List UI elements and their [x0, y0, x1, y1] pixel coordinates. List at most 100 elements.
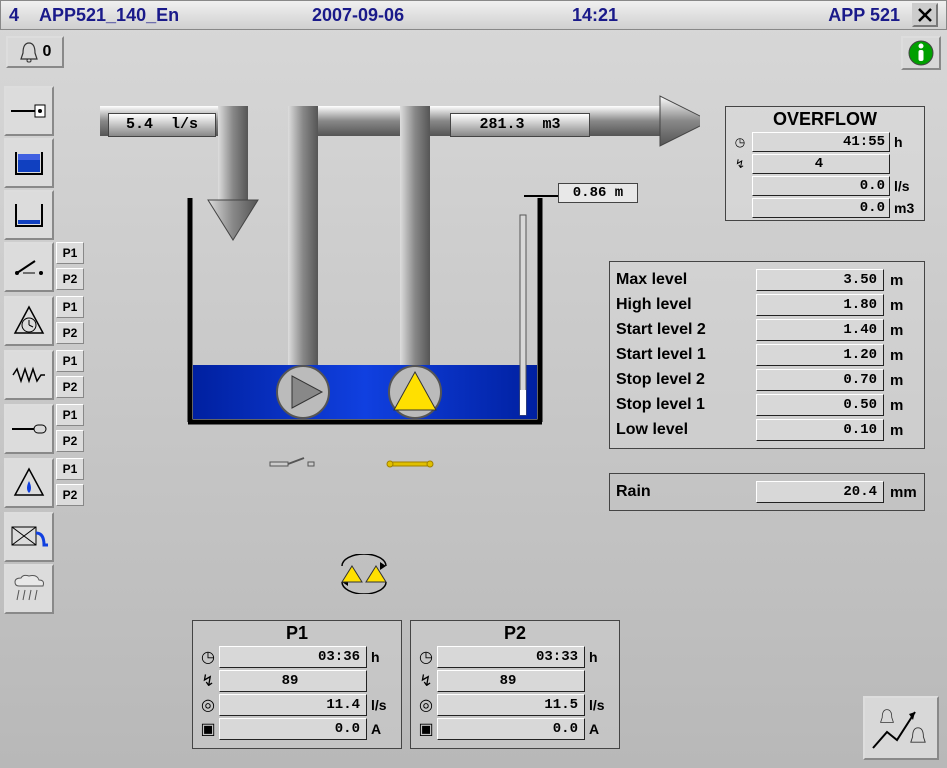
screen-index: 4 — [9, 5, 39, 26]
p1-hours: 03:36 — [219, 646, 367, 668]
p1-current-unit: A — [367, 721, 397, 737]
sidebar-switch-p1[interactable]: P1 — [56, 242, 84, 264]
rain-panel: Rain 20.4 mm — [609, 473, 925, 511]
level-unit: m — [884, 422, 918, 439]
level-label: Start level 2 — [616, 321, 756, 339]
flow-small-icon: ◎ — [197, 695, 219, 715]
clock-icon — [13, 305, 45, 337]
starts-small-icon: ↯ — [197, 671, 219, 691]
level-value: 3.50 — [756, 269, 884, 291]
overflow-count: 4 — [752, 154, 890, 174]
sidebar-nav-tank-full[interactable] — [4, 138, 54, 188]
inflow-unit: l/s — [171, 116, 198, 133]
level-label: Stop level 2 — [616, 371, 756, 389]
count-small-icon: ↯ — [728, 157, 752, 171]
switch-icon — [11, 255, 47, 279]
alarm-button[interactable]: 0 — [6, 36, 64, 68]
level-label: Max level — [616, 271, 756, 289]
p2-starts: 89 — [437, 670, 585, 692]
overflow-hours-unit: h — [890, 134, 922, 150]
vibration-icon — [11, 365, 47, 385]
rain-unit: mm — [884, 484, 918, 501]
screen-title: APP521_140_En — [39, 5, 312, 26]
p1-flow: 11.4 — [219, 694, 367, 716]
overflow-title: OVERFLOW — [728, 109, 922, 130]
tank-low-icon — [12, 200, 46, 230]
level-row: High level1.80m — [616, 294, 918, 316]
sidebar-nav-overflow[interactable] — [4, 512, 54, 562]
level-value: 1.80 — [756, 294, 884, 316]
sidebar-nav-vibration[interactable] — [4, 350, 54, 400]
p2-current: 0.0 — [437, 718, 585, 740]
p1-current: 0.0 — [219, 718, 367, 740]
rain-value: 20.4 — [756, 481, 884, 503]
plug-icon — [11, 101, 47, 121]
current-small-icon: ▣ — [415, 719, 437, 739]
outflow-display: 281.3 m3 — [450, 113, 590, 137]
outflow-unit: m3 — [543, 116, 561, 133]
current-small-icon: ▣ — [197, 719, 219, 739]
pump-alternation-icon — [334, 554, 394, 594]
trend-button[interactable] — [863, 696, 939, 760]
alarm-count: 0 — [43, 43, 52, 61]
sidebar-nav-rain[interactable] — [4, 564, 54, 614]
info-button[interactable] — [901, 36, 941, 70]
pump-p1-panel: P1 ◷ 03:36 h ↯ 89 ◎ 11.4 l/s ▣ 0.0 A — [192, 620, 402, 749]
overflow-rate-unit: l/s — [890, 178, 922, 194]
sidebar-switch-p2[interactable]: P2 — [56, 268, 84, 290]
levels-panel: Max level3.50mHigh level1.80mStart level… — [609, 261, 925, 449]
level-row: Start level 11.20m — [616, 344, 918, 366]
outflow-value: 281.3 — [479, 116, 524, 133]
rain-label: Rain — [616, 483, 756, 501]
p2-hours: 03:33 — [437, 646, 585, 668]
title-bar: 4 APP521_140_En 2007-09-06 14:21 APP 521 — [0, 0, 947, 30]
sidebar-nav-switch[interactable] — [4, 242, 54, 292]
p2-title: P2 — [415, 623, 615, 644]
level-unit: m — [615, 185, 623, 201]
level-unit: m — [884, 297, 918, 314]
sidebar-vibration-p1[interactable]: P1 — [56, 350, 84, 372]
level-value: 0.86 — [573, 185, 607, 201]
p1-hours-unit: h — [367, 649, 397, 665]
level-display: 0.86 m — [558, 183, 638, 203]
overflow-rate: 0.0 — [752, 176, 890, 196]
level-value: 0.70 — [756, 369, 884, 391]
overflow-panel: OVERFLOW ◷ 41:55 h ↯ 4 0.0 l/s 0.0 m3 — [725, 106, 925, 221]
header-time: 14:21 — [572, 5, 772, 26]
close-button[interactable] — [912, 3, 938, 27]
sidebar-vibration-p2[interactable]: P2 — [56, 376, 84, 398]
level-value: 1.40 — [756, 319, 884, 341]
p1-starts: 89 — [219, 670, 367, 692]
level-label: Stop level 1 — [616, 396, 756, 414]
trend-icon — [869, 702, 933, 754]
sidebar-clock-p1[interactable]: P1 — [56, 296, 84, 318]
sidebar-clock-p2[interactable]: P2 — [56, 322, 84, 344]
pump-p2-panel: P2 ◷ 03:33 h ↯ 89 ◎ 11.5 l/s ▣ 0.0 A — [410, 620, 620, 749]
pumpdrop-icon — [13, 467, 45, 499]
sidebar-nav-clock[interactable] — [4, 296, 54, 346]
p2-flow-unit: l/s — [585, 697, 615, 713]
p2-flow: 11.5 — [437, 694, 585, 716]
sidebar-pumpdrop-p2[interactable]: P2 — [56, 484, 84, 506]
sidebar-nav-probe[interactable] — [4, 404, 54, 454]
sidebar-probe-p1[interactable]: P1 — [56, 404, 84, 426]
rain-icon — [11, 574, 47, 604]
sidebar-nav-plug[interactable] — [4, 86, 54, 136]
header-date: 2007-09-06 — [312, 5, 572, 26]
flow-small-icon: ◎ — [415, 695, 437, 715]
p1-flow-unit: l/s — [367, 697, 397, 713]
sidebar: P1 P2 P1 P2 P1 P2 P1 P2 — [4, 86, 104, 616]
tank-full-icon — [12, 148, 46, 178]
sidebar-probe-p2[interactable]: P2 — [56, 430, 84, 452]
clock-small-icon: ◷ — [197, 647, 219, 667]
level-value: 0.10 — [756, 419, 884, 441]
overflow-icon — [10, 523, 48, 551]
level-unit: m — [884, 397, 918, 414]
sidebar-nav-pumpdrop[interactable] — [4, 458, 54, 508]
bell-icon — [19, 41, 39, 63]
sidebar-pumpdrop-p1[interactable]: P1 — [56, 458, 84, 480]
level-value: 1.20 — [756, 344, 884, 366]
probe-icon — [10, 422, 48, 436]
sidebar-nav-tank-low[interactable] — [4, 190, 54, 240]
overflow-volume-unit: m3 — [890, 200, 922, 216]
